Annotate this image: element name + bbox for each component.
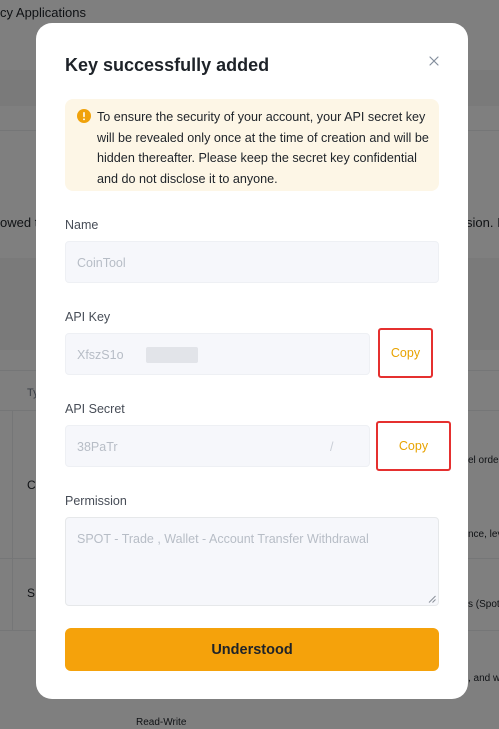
notice-text: To ensure the security of your account, …: [97, 110, 429, 186]
understood-button[interactable]: Understood: [65, 628, 439, 671]
redaction-mask: [146, 347, 198, 363]
permission-label: Permission: [65, 494, 127, 508]
security-notice: To ensure the security of your account, …: [65, 99, 439, 191]
name-field[interactable]: CoinTool: [65, 241, 439, 283]
permission-textarea[interactable]: SPOT - Trade , Wallet - Account Transfer…: [65, 517, 439, 606]
close-button[interactable]: [426, 53, 442, 69]
close-icon: [429, 56, 439, 66]
key-added-modal: Key successfully added To ensure the sec…: [36, 23, 468, 699]
api-key-label: API Key: [65, 310, 111, 324]
api-secret-tail: /: [330, 440, 334, 454]
copy-api-key-button[interactable]: Copy: [378, 328, 433, 378]
resize-grip-icon[interactable]: [428, 595, 436, 603]
warning-icon: [77, 109, 91, 123]
api-secret-label: API Secret: [65, 402, 125, 416]
api-secret-field[interactable]: 38PaTr /: [65, 425, 370, 467]
modal-title: Key successfully added: [65, 55, 270, 75]
name-label: Name: [65, 218, 99, 232]
api-key-value: XfszS1o: [77, 348, 124, 362]
api-secret-value: 38PaTr: [77, 440, 118, 454]
name-value: CoinTool: [77, 256, 126, 270]
copy-api-secret-button[interactable]: Copy: [376, 421, 451, 471]
permission-value: SPOT - Trade , Wallet - Account Transfer…: [77, 532, 369, 546]
api-key-field[interactable]: XfszS1o: [65, 333, 370, 375]
